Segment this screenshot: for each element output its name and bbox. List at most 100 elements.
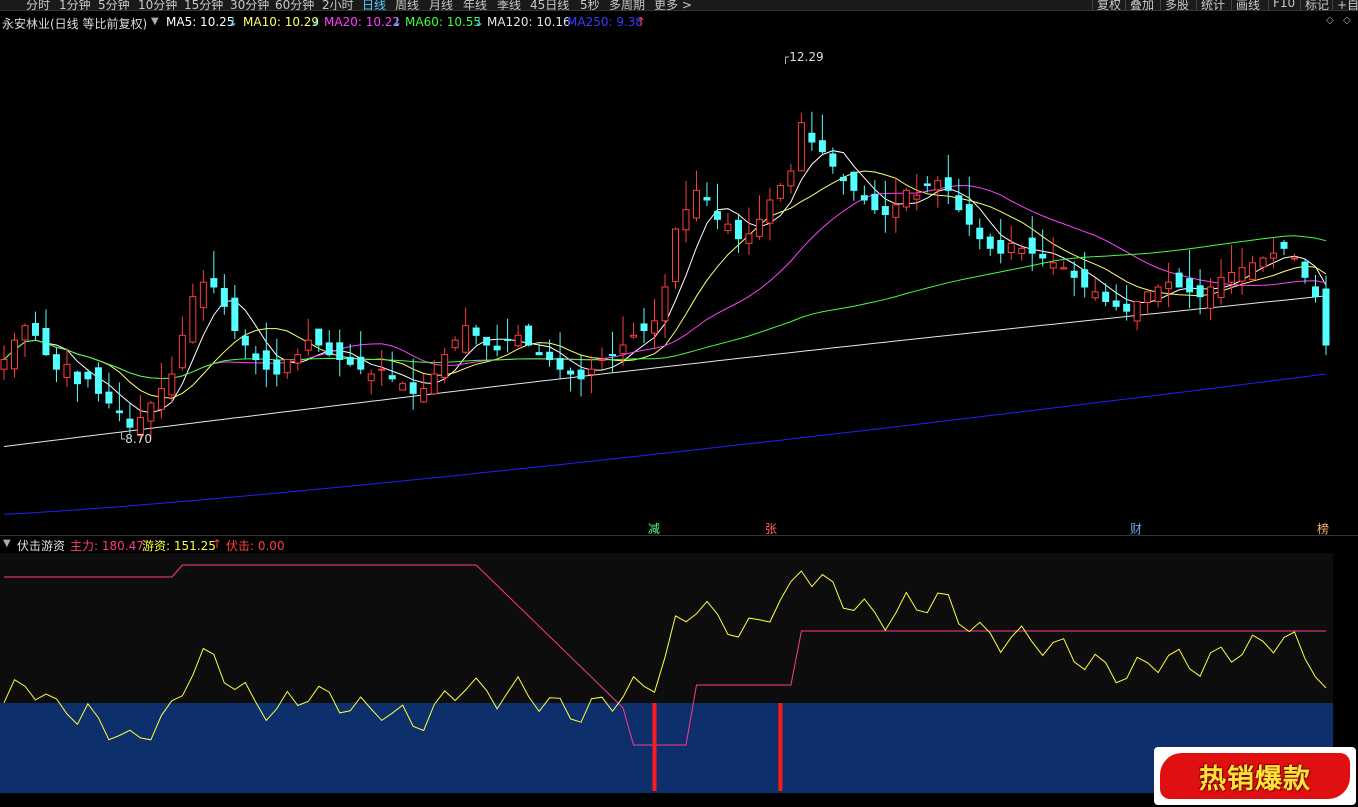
indicator-header: ▼ 伏击游资 主力: 180.47 游资: 151.25 ↑ 伏击: 0.00: [0, 537, 1358, 553]
candle-body: [1165, 281, 1173, 290]
candle: [1060, 260, 1068, 270]
candle-body: [231, 297, 239, 331]
candle: [168, 356, 176, 403]
candle-body: [1228, 272, 1236, 283]
candle-body: [94, 367, 102, 394]
candle-body: [1133, 301, 1141, 322]
candle: [493, 324, 501, 357]
candle-body: [178, 334, 186, 369]
candle-body: [525, 325, 533, 346]
candle: [567, 367, 575, 392]
candle: [850, 171, 858, 201]
candle-body: [462, 325, 470, 353]
candle: [31, 311, 39, 341]
candle-body: [115, 410, 123, 414]
candle: [231, 285, 239, 339]
candle: [1312, 274, 1320, 303]
candle: [661, 274, 669, 338]
candle-body: [409, 382, 417, 394]
candle: [1154, 284, 1162, 308]
candle: [986, 233, 994, 256]
candle: [955, 178, 963, 213]
candle-body: [262, 350, 270, 370]
candle-body: [724, 223, 732, 232]
candle-body: [556, 358, 564, 370]
candle-body: [965, 204, 973, 225]
candle-body: [1123, 303, 1131, 312]
candle-body: [577, 369, 585, 380]
youzi-value: 游资: 151.25: [142, 539, 216, 553]
candle-body: [388, 375, 396, 380]
signal-zhang[interactable]: 张: [765, 520, 777, 537]
candle-body: [294, 354, 302, 364]
candle-body: [1049, 262, 1057, 269]
candle-body: [31, 323, 39, 336]
candle-body: [598, 359, 606, 361]
collapse-icon[interactable]: ▼: [3, 538, 11, 549]
candle: [892, 177, 900, 233]
candle-body: [0, 359, 8, 370]
candle: [934, 176, 942, 208]
candle-body: [850, 171, 858, 191]
candle: [430, 359, 438, 396]
candle-body: [1112, 300, 1120, 307]
candle: [860, 185, 868, 205]
promo-badge-text: 热销爆款: [1199, 763, 1311, 795]
candle: [797, 113, 805, 172]
candle-body: [315, 328, 323, 346]
low-price-label: └8.70: [118, 432, 152, 446]
candle: [325, 330, 333, 357]
candle: [73, 370, 81, 402]
kline-chart[interactable]: [0, 0, 1358, 807]
candle-body: [472, 327, 480, 336]
candle: [115, 382, 123, 422]
indicator-name[interactable]: 伏击游资: [17, 537, 65, 554]
candle-body: [1217, 276, 1225, 299]
candle: [713, 183, 721, 230]
candle: [724, 212, 732, 235]
fuji-value: 伏击: 0.00: [226, 539, 285, 553]
signal-cai[interactable]: 财: [1130, 520, 1142, 537]
signal-jian[interactable]: 减: [648, 520, 660, 537]
candle-body: [703, 197, 711, 201]
promo-badge[interactable]: 热销爆款: [1154, 747, 1356, 805]
candle-body: [955, 195, 963, 211]
candle: [462, 307, 470, 354]
candle: [94, 362, 102, 402]
candle-body: [808, 132, 816, 143]
candle-body: [42, 328, 50, 356]
candle-body: [1081, 269, 1089, 288]
candle-body: [944, 177, 952, 191]
candle: [630, 322, 638, 339]
candle-body: [1249, 262, 1257, 280]
candle-body: [430, 373, 438, 395]
candle-body: [378, 368, 386, 371]
candle-body: [1039, 253, 1047, 259]
candle: [52, 347, 60, 383]
candle-body: [1144, 291, 1152, 304]
candle: [1249, 255, 1257, 282]
candle: [399, 381, 407, 391]
candle: [976, 218, 984, 250]
candle: [304, 318, 312, 356]
candle-body: [797, 122, 805, 172]
candle-body: [640, 323, 648, 331]
candle-body: [818, 140, 826, 153]
candle-body: [483, 336, 491, 346]
candle: [1144, 291, 1152, 315]
candle-body: [546, 351, 554, 360]
candle: [273, 338, 281, 387]
candle-body: [1196, 285, 1204, 298]
candle: [1186, 249, 1194, 309]
candle: [178, 316, 186, 371]
candle: [619, 316, 627, 366]
candle-body: [997, 239, 1005, 254]
panel-divider: [0, 535, 1358, 536]
candle-body: [682, 209, 690, 231]
candle-body: [241, 335, 249, 346]
candle-body: [913, 194, 921, 200]
signal-bang[interactable]: 榜: [1317, 520, 1329, 537]
candle: [818, 114, 826, 154]
candle: [1207, 278, 1215, 321]
candle-body: [1018, 247, 1026, 254]
